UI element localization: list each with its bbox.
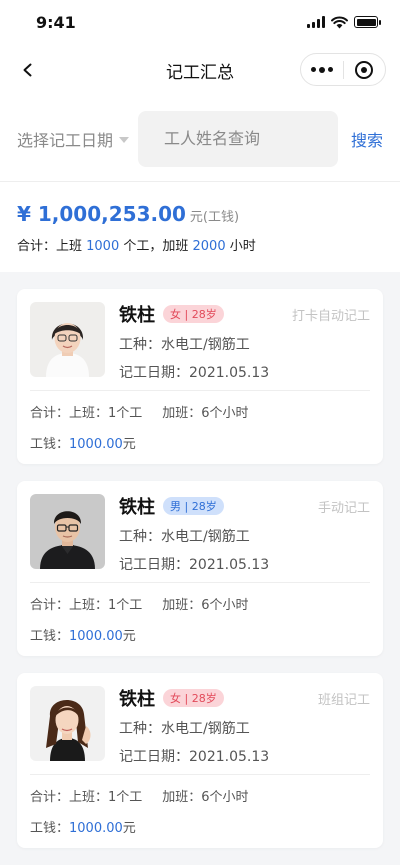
close-button[interactable] xyxy=(344,54,386,85)
avatar xyxy=(30,494,105,569)
amount-unit: 元(工钱) xyxy=(189,210,240,225)
record-date-line: 记工日期：2021.05.13 xyxy=(119,365,270,381)
record-method-tag: 班组记工 xyxy=(317,693,370,708)
more-button[interactable] xyxy=(301,54,343,85)
target-icon xyxy=(355,60,374,79)
totals-prefix: 合计：上班 xyxy=(17,239,87,254)
pay-label: 工钱： xyxy=(30,437,70,452)
date-picker-label: 选择记工日期 xyxy=(17,130,114,150)
overtime-suffix: 小时 xyxy=(225,239,256,254)
mini-program-capsule xyxy=(300,53,386,86)
avatar xyxy=(30,686,105,761)
pay-value: 1000.00 xyxy=(69,629,123,644)
nav-bar: 记工汇总 xyxy=(0,44,400,96)
trade-line: 工种：水电工/钢筋工 xyxy=(119,721,250,737)
search-input[interactable] xyxy=(138,110,338,167)
overtime-total: 加班：6个小时 xyxy=(162,406,249,421)
worker-name: 铁柱 xyxy=(119,497,155,518)
work-total: 合计：上班：1个工 xyxy=(30,406,143,421)
pay-line: 工钱：1000.00元 xyxy=(30,817,370,836)
trade-line: 工种：水电工/钢筋工 xyxy=(119,337,250,353)
battery-icon xyxy=(354,16,381,28)
record-card[interactable]: 铁柱 女 | 28岁 班组记工 工种：水电工/钢筋工 记工日期：2021.05.… xyxy=(17,673,383,848)
overtime-total: 加班：6个小时 xyxy=(162,598,249,613)
record-date-line: 记工日期：2021.05.13 xyxy=(119,557,270,573)
overtime-total: 加班：6个小时 xyxy=(162,790,249,805)
totals-line: 合计：上班 1000 个工，加班 2000 小时 xyxy=(17,235,383,254)
work-units-count: 1000 xyxy=(86,239,120,254)
gender-age-badge: 女 | 28岁 xyxy=(163,305,224,323)
header-area: 9:41 记工汇总 选择记工日期 工人姓名查询 搜索 ¥ 1,000,253.0… xyxy=(0,0,400,272)
chevron-left-icon xyxy=(23,63,32,77)
pay-label: 工钱： xyxy=(30,629,70,644)
work-total: 合计：上班：1个工 xyxy=(30,790,143,805)
more-dots-icon xyxy=(310,67,316,72)
status-icons xyxy=(307,16,381,29)
record-card[interactable]: 铁柱 女 | 28岁 打卡自动记工 工种：水电工/钢筋工 记工日期：2021.0… xyxy=(17,289,383,464)
back-button[interactable] xyxy=(14,56,42,84)
work-total: 合计：上班：1个工 xyxy=(30,598,143,613)
filter-bar: 选择记工日期 搜索 xyxy=(0,96,400,182)
pay-line: 工钱：1000.00元 xyxy=(30,433,370,452)
pay-unit: 元 xyxy=(122,821,136,836)
worker-name: 铁柱 xyxy=(119,689,155,710)
summary-panel: ¥ 1,000,253.00 元(工钱) 合计：上班 1000 个工，加班 20… xyxy=(0,182,400,272)
record-card[interactable]: 铁柱 男 | 28岁 手动记工 工种：水电工/钢筋工 记工日期：2021.05.… xyxy=(17,481,383,656)
pay-label: 工钱： xyxy=(30,821,70,836)
pay-unit: 元 xyxy=(122,629,136,644)
worker-name: 铁柱 xyxy=(119,305,155,326)
gender-age-badge: 男 | 28岁 xyxy=(163,497,224,515)
overtime-hours-count: 2000 xyxy=(192,239,226,254)
record-method-tag: 手动记工 xyxy=(317,501,370,516)
record-date-line: 记工日期：2021.05.13 xyxy=(119,749,270,765)
pay-line: 工钱：1000.00元 xyxy=(30,625,370,644)
status-time: 9:41 xyxy=(36,12,76,32)
record-list: 铁柱 女 | 28岁 打卡自动记工 工种：水电工/钢筋工 记工日期：2021.0… xyxy=(0,272,400,848)
trade-line: 工种：水电工/钢筋工 xyxy=(119,529,250,545)
pay-value: 1000.00 xyxy=(69,437,123,452)
signal-icon xyxy=(307,16,325,28)
caret-down-icon xyxy=(119,136,130,143)
total-amount: ¥ 1,000,253.00 xyxy=(17,202,186,226)
pay-unit: 元 xyxy=(122,437,136,452)
gender-age-badge: 女 | 28岁 xyxy=(163,689,224,707)
avatar xyxy=(30,302,105,377)
wifi-icon xyxy=(331,16,348,28)
pay-value: 1000.00 xyxy=(69,821,123,836)
work-units-suffix: 个工，加班 xyxy=(119,239,193,254)
record-method-tag: 打卡自动记工 xyxy=(291,309,370,324)
date-picker[interactable]: 选择记工日期 xyxy=(17,127,138,151)
status-bar: 9:41 xyxy=(0,0,400,44)
search-button[interactable]: 搜索 xyxy=(351,127,383,151)
